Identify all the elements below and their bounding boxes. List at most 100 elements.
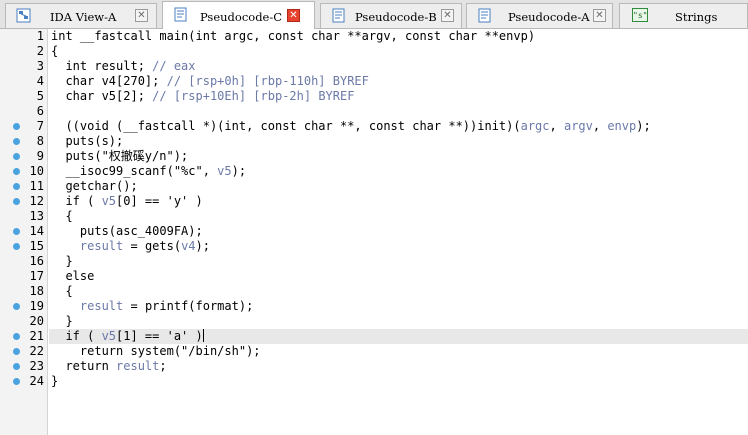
tab-pseudocode-c[interactable]: Pseudocode-C ✕	[162, 1, 315, 29]
code-line[interactable]: 12 if ( v5[0] == 'y' )	[0, 194, 748, 209]
tab-pseudocode-b[interactable]: Pseudocode-B ✕	[320, 3, 462, 28]
code-token: }	[51, 254, 73, 268]
code-token: [1] == 'a' )	[116, 329, 203, 343]
code-line[interactable]: 18 {	[0, 284, 748, 299]
line-number: 16	[29, 254, 44, 268]
pseudocode-editor[interactable]: 1 int __fastcall main(int argc, const cha…	[0, 29, 748, 435]
breakpoint-marker-icon[interactable]	[13, 228, 20, 235]
code-text: getchar();	[51, 179, 137, 194]
close-icon[interactable]: ✕	[135, 9, 148, 22]
code-line[interactable]: 3 int result; // eax	[0, 59, 748, 74]
breakpoint-marker-icon[interactable]	[13, 243, 20, 250]
code-line[interactable]: 9 puts("权撤磎y/n");	[0, 149, 748, 164]
code-token: puts("权撤磎y/n");	[51, 149, 189, 163]
code-line[interactable]: 24}	[0, 374, 748, 389]
code-text: __isoc99_scanf("%c", v5);	[51, 164, 246, 179]
breakpoint-marker-icon[interactable]	[13, 138, 20, 145]
code-line[interactable]: 16 }	[0, 254, 748, 269]
code-text: {	[51, 209, 72, 224]
line-number: 14	[29, 224, 44, 238]
code-token: {	[51, 44, 59, 58]
code-token: {	[51, 284, 73, 298]
pseudocode-icon	[478, 8, 491, 23]
pseudocode-icon	[332, 8, 345, 23]
close-icon[interactable]: ✕	[287, 9, 300, 22]
code-line[interactable]: 13 {	[0, 209, 748, 224]
breakpoint-marker-icon[interactable]	[13, 123, 20, 130]
code-text: result = gets(v4);	[51, 239, 210, 254]
code-line[interactable]: 21 if ( v5[1] == 'a' )	[0, 329, 748, 344]
code-variable: result	[79, 239, 124, 253]
code-comment: // [rsp+0h] [rbp-110h] BYREF	[166, 74, 369, 88]
tab-strings[interactable]: "s" Strings	[619, 3, 748, 28]
code-line[interactable]: 2{	[0, 44, 748, 59]
breakpoint-marker-icon[interactable]	[13, 303, 20, 310]
code-line[interactable]: 5 char v5[2]; // [rsp+10Eh] [rbp-2h] BYR…	[0, 89, 748, 104]
code-line[interactable]: 8 puts(s);	[0, 134, 748, 149]
breakpoint-marker-icon[interactable]	[13, 198, 20, 205]
code-line[interactable]: 7 ((void (__fastcall *)(int, const char …	[0, 119, 748, 134]
code-text: else	[51, 269, 94, 284]
close-icon[interactable]: ✕	[593, 9, 606, 22]
code-text: {	[51, 44, 58, 59]
code-line[interactable]: 20 }	[0, 314, 748, 329]
code-comment: // [rsp+10Eh] [rbp-2h] BYREF	[152, 89, 355, 103]
code-text: {	[51, 284, 73, 299]
code-line[interactable]: 4 char v4[270]; // [rsp+0h] [rbp-110h] B…	[0, 74, 748, 89]
code-text: char v4[270]; // [rsp+0h] [rbp-110h] BYR…	[51, 74, 369, 89]
line-number: 1	[36, 29, 44, 43]
code-text: if ( v5[1] == 'a' )	[51, 329, 204, 344]
breakpoint-marker-icon[interactable]	[13, 363, 20, 370]
code-token: int result;	[51, 59, 153, 73]
code-line[interactable]: 1 int __fastcall main(int argc, const cha…	[0, 29, 748, 44]
code-line[interactable]: 10 __isoc99_scanf("%c", v5);	[0, 164, 748, 179]
code-variable: v5	[101, 329, 117, 343]
code-token: }	[51, 374, 59, 388]
breakpoint-marker-icon[interactable]	[13, 333, 20, 340]
line-number: 19	[29, 299, 44, 313]
tab-label: Pseudocode-A	[508, 10, 590, 24]
code-token: ((void (__fastcall *)(int, const char **…	[51, 119, 521, 133]
code-variable: envp	[607, 119, 637, 133]
tab-label: Pseudocode-B	[355, 10, 437, 24]
code-text: result = printf(format);	[51, 299, 253, 314]
code-token: __isoc99_scanf("%c",	[51, 164, 218, 178]
line-number: 18	[29, 284, 44, 298]
code-token: ,	[549, 119, 564, 133]
breakpoint-marker-icon[interactable]	[13, 153, 20, 160]
code-line[interactable]: 15 result = gets(v4);	[0, 239, 748, 254]
tab-ida-view-a[interactable]: IDA View-A ✕	[5, 3, 157, 28]
code-text: return result;	[51, 359, 166, 374]
code-line[interactable]: 22 return system("/bin/sh");	[0, 344, 748, 359]
code-text: }	[51, 374, 58, 389]
line-number: 15	[29, 239, 44, 253]
code-line[interactable]: 6	[0, 104, 748, 119]
breakpoint-marker-icon[interactable]	[13, 348, 20, 355]
code-variable: result	[79, 299, 124, 313]
code-token: char v4[270];	[51, 74, 167, 88]
breakpoint-marker-icon[interactable]	[13, 168, 20, 175]
code-variable: argv	[563, 119, 593, 133]
breakpoint-marker-icon[interactable]	[13, 378, 20, 385]
line-number: 17	[29, 269, 44, 283]
line-number: 24	[29, 374, 44, 388]
tab-pseudocode-a[interactable]: Pseudocode-A ✕	[466, 3, 613, 28]
line-number: 21	[29, 329, 44, 343]
code-line[interactable]: 23 return result;	[0, 359, 748, 374]
code-token: = printf(format);	[123, 299, 254, 313]
strings-icon: "s"	[632, 8, 648, 22]
line-number: 23	[29, 359, 44, 373]
code-token: );	[195, 239, 210, 253]
code-text: int result; // eax	[51, 59, 195, 74]
close-icon[interactable]: ✕	[441, 9, 454, 22]
line-number: 20	[29, 314, 44, 328]
code-line[interactable]: 17 else	[0, 269, 748, 284]
code-line[interactable]: 11 getchar();	[0, 179, 748, 194]
code-line[interactable]: 14 puts(asc_4009FA);	[0, 224, 748, 239]
code-token: [0] == 'y' )	[116, 194, 203, 208]
line-number: 10	[29, 164, 44, 178]
code-line[interactable]: 19 result = printf(format);	[0, 299, 748, 314]
code-token: if (	[51, 194, 102, 208]
breakpoint-marker-icon[interactable]	[13, 183, 20, 190]
